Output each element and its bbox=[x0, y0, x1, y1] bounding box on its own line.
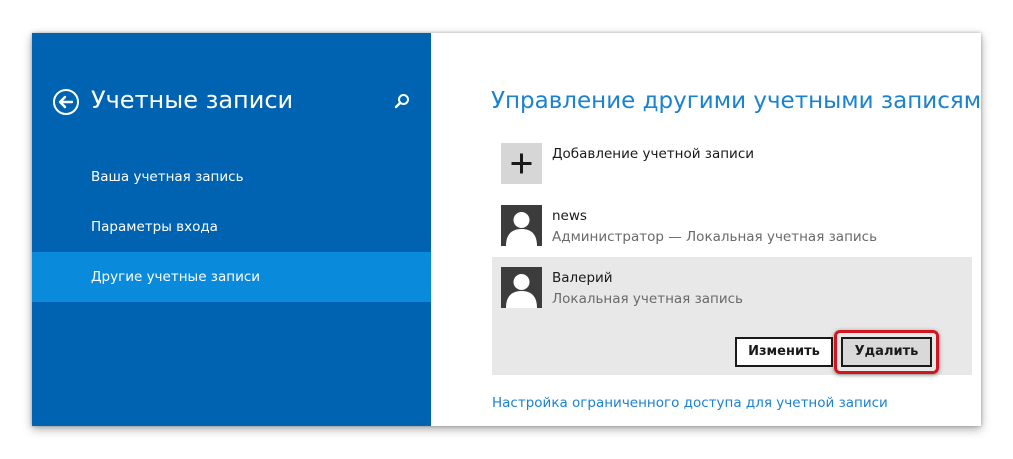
main-content: Управление другими учетными записями Доб… bbox=[431, 33, 981, 426]
back-arrow-icon[interactable] bbox=[52, 88, 80, 116]
account-name: Валерий bbox=[552, 270, 613, 286]
restricted-access-link[interactable]: Настройка ограниченного доступа для учет… bbox=[492, 395, 888, 411]
account-item-news[interactable]: news Администратор — Локальная учетная з… bbox=[501, 205, 901, 249]
add-account-button[interactable]: Добавление учетной записи bbox=[501, 143, 901, 187]
account-description: Локальная учетная запись bbox=[552, 291, 744, 307]
sidebar-item-your-account[interactable]: Ваша учетная запись bbox=[32, 153, 431, 201]
sidebar-item-other-accounts[interactable]: Другие учетные записи bbox=[32, 252, 431, 302]
account-name: news bbox=[552, 208, 587, 224]
account-description: Администратор — Локальная учетная запись bbox=[552, 229, 878, 245]
account-item-valeriy[interactable]: Валерий Локальная учетная запись bbox=[501, 267, 901, 311]
add-account-label: Добавление учетной записи bbox=[552, 146, 755, 162]
user-avatar-icon bbox=[501, 267, 542, 308]
delete-account-button[interactable]: Удалить bbox=[841, 337, 932, 367]
user-avatar-icon bbox=[501, 205, 542, 246]
selected-account-panel: Валерий Локальная учетная запись Изменит… bbox=[492, 257, 972, 375]
search-icon[interactable] bbox=[392, 92, 412, 112]
change-account-button[interactable]: Изменить bbox=[735, 337, 833, 367]
sidebar: Учетные записи Ваша учетная запись Парам… bbox=[32, 33, 431, 426]
plus-icon bbox=[501, 143, 542, 184]
accounts-window: Учетные записи Ваша учетная запись Парам… bbox=[32, 33, 981, 426]
page-title: Управление другими учетными записями bbox=[491, 88, 981, 114]
sidebar-item-sign-in-options[interactable]: Параметры входа bbox=[32, 203, 431, 251]
sidebar-title: Учетные записи bbox=[91, 86, 294, 114]
